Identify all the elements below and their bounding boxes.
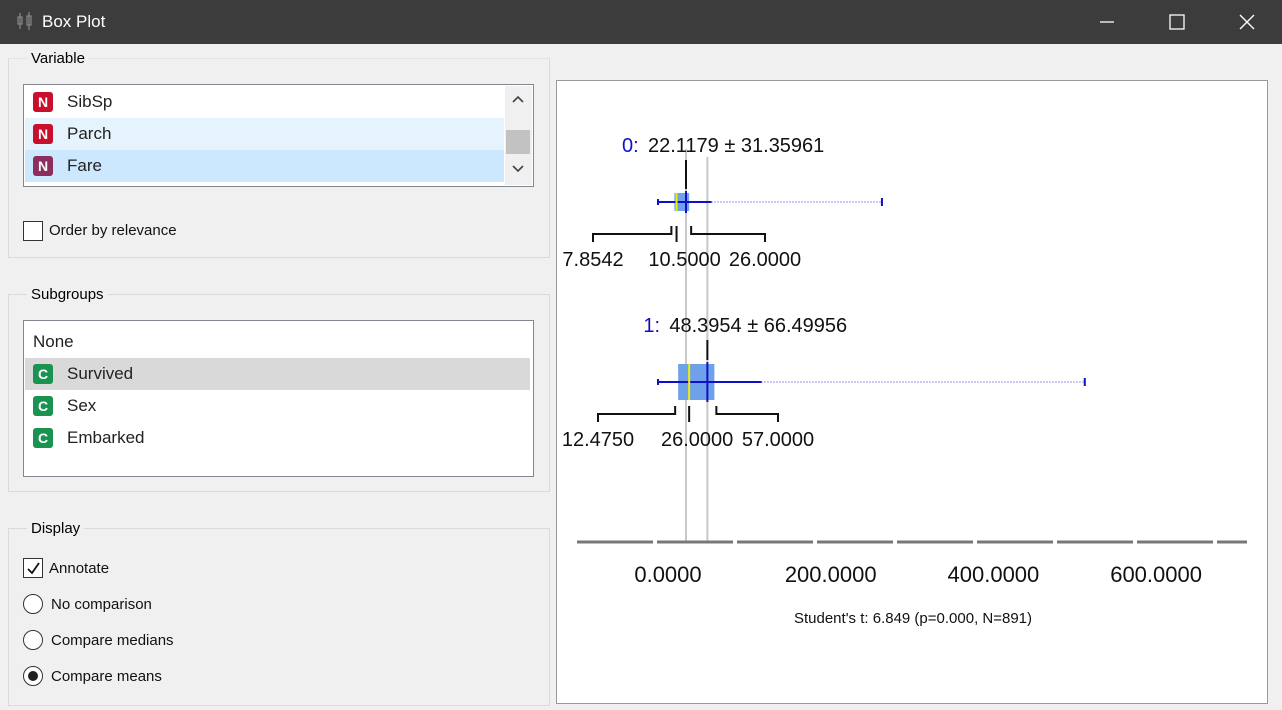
mean-sd-annotation: 48.3954 ± 66.49956	[669, 315, 847, 337]
q3-label: 57.0000	[742, 429, 814, 451]
subgroup-label: Sex	[67, 396, 97, 415]
x-tick-label: 400.0000	[948, 562, 1040, 587]
order-by-relevance-checkbox[interactable]	[23, 221, 43, 241]
maximize-icon	[1169, 14, 1185, 30]
numeric-variable-icon: N	[33, 156, 53, 176]
box-plot-app-icon	[17, 12, 32, 30]
compare-medians-label: Compare medians	[51, 632, 174, 649]
q3-bracket	[715, 406, 779, 422]
median-label: 26.0000	[661, 429, 733, 451]
group-label: 1:	[643, 315, 660, 337]
list-item[interactable]: N SibSp	[25, 86, 504, 118]
annotate-checkbox[interactable]	[23, 558, 43, 578]
numeric-variable-icon: N	[33, 92, 53, 112]
minimize-button[interactable]	[1072, 0, 1142, 44]
window-title: Box Plot	[42, 12, 106, 31]
subgroups-group-title: Subgroups	[27, 287, 108, 303]
plot-area[interactable]: 0: 22.1179 ± 31.35961 7.8542 10.5000 26.0000…	[556, 80, 1268, 704]
scroll-thumb[interactable]	[506, 130, 530, 154]
categorical-variable-icon: C	[33, 364, 53, 384]
q1-bracket	[597, 406, 677, 422]
list-item-selected[interactable]: C Survived	[25, 358, 530, 390]
compare-means-radio[interactable]	[23, 666, 43, 686]
x-tick-label: 600.0000	[1110, 562, 1202, 587]
q3-bracket	[690, 226, 766, 242]
box-plot-chart: 0: 22.1179 ± 31.35961 7.8542 10.5000 26.0000…	[562, 135, 1247, 627]
display-group-title: Display	[27, 521, 85, 537]
group-label: 0:	[622, 135, 639, 157]
close-icon	[1239, 14, 1255, 30]
annotate-label: Annotate	[49, 560, 110, 577]
no-comparison-label: No comparison	[51, 596, 152, 613]
subgroup-label: None	[33, 332, 74, 351]
categorical-variable-icon: C	[33, 428, 53, 448]
list-item[interactable]: None	[25, 326, 530, 358]
subgroup-label: Embarked	[67, 428, 145, 447]
list-item[interactable]: C Sex	[25, 390, 530, 422]
subgroup-label: Survived	[67, 364, 134, 383]
q1-label: 12.4750	[562, 429, 634, 451]
no-comparison-radio[interactable]	[23, 594, 43, 614]
list-item-selected[interactable]: N Fare	[25, 150, 504, 182]
maximize-button[interactable]	[1142, 0, 1212, 44]
title-bar: Box Plot	[0, 0, 1282, 44]
list-item[interactable]: N Parch	[25, 118, 504, 150]
variable-label: Parch	[67, 124, 112, 143]
subgroups-list[interactable]: None C Survived C Sex C Embarked	[23, 320, 534, 477]
list-item[interactable]: C Embarked	[25, 422, 530, 454]
scroll-down-icon[interactable]	[511, 164, 525, 174]
variable-list[interactable]: N SibSp N Parch N Fare	[23, 84, 534, 187]
variable-list-scrollbar[interactable]	[505, 86, 532, 185]
q3-label: 26.0000	[729, 249, 801, 271]
subgroups-group: Subgroups None C Survived C Sex C Embark…	[8, 287, 550, 492]
checkmark-icon	[27, 562, 40, 575]
variable-group: Variable N SibSp N Parch N Fare Order by…	[8, 51, 550, 258]
compare-medians-radio[interactable]	[23, 630, 43, 650]
scroll-up-icon[interactable]	[511, 94, 525, 104]
q1-bracket	[592, 226, 673, 242]
variable-label: SibSp	[67, 92, 113, 111]
q1-label: 7.8542	[562, 249, 623, 271]
compare-means-label: Compare means	[51, 668, 162, 685]
median-label: 10.5000	[648, 249, 720, 271]
x-tick-label: 0.0000	[634, 562, 701, 587]
minimize-icon	[1100, 21, 1114, 23]
categorical-variable-icon: C	[33, 396, 53, 416]
statistic-text: Student's t: 6.849 (p=0.000, N=891)	[794, 610, 1032, 627]
close-button[interactable]	[1212, 0, 1282, 44]
numeric-variable-icon: N	[33, 124, 53, 144]
mean-sd-annotation: 22.1179 ± 31.35961	[648, 135, 824, 157]
x-tick-label: 200.0000	[785, 562, 877, 587]
variable-label: Fare	[67, 156, 102, 175]
display-group: Display Annotate No comparison Compare m…	[8, 521, 550, 706]
variable-group-title: Variable	[27, 51, 89, 67]
radio-selected-dot	[28, 671, 38, 681]
order-by-relevance-label: Order by relevance	[49, 222, 177, 239]
